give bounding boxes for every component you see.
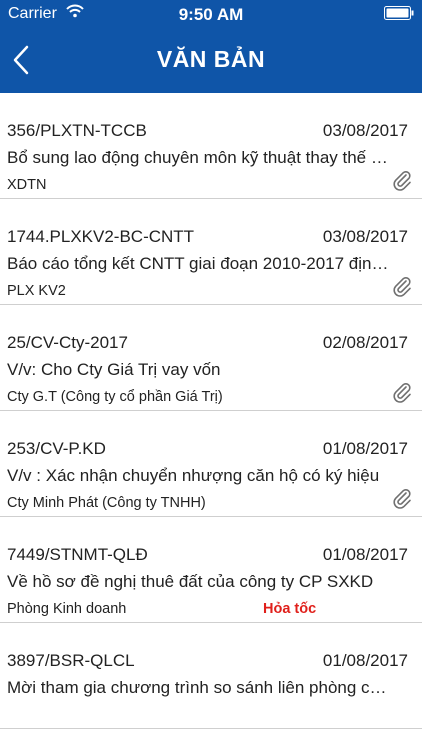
document-sender: Cty Minh Phát (Công ty TNHH) — [7, 495, 206, 511]
document-list: 356/PLXTN-TCCB 03/08/2017 Bổ sung lao động… — [0, 93, 422, 729]
document-sender: PLX KV2 — [7, 283, 66, 299]
document-code: 356/PLXTN-TCCB — [7, 121, 147, 140]
document-code: 25/CV-Cty-2017 — [7, 333, 128, 352]
document-date: 03/08/2017 — [322, 227, 408, 246]
page-title: VĂN BẢN — [156, 46, 266, 72]
battery-icon — [384, 6, 414, 20]
document-code: 3897/BSR-QLCL — [7, 651, 135, 670]
document-subject: V/v : Xác nhận chuyển nhượng căn hộ có k… — [7, 466, 380, 485]
urgent-badge: Hỏa tốc — [263, 601, 317, 617]
status-bar: Carrier 9:50 AM — [0, 0, 422, 28]
nav-header: Carrier 9:50 AM VĂN BẢN — [0, 0, 422, 93]
document-subject: Về hồ sơ đề nghị thuê đất của công ty CP… — [7, 572, 374, 591]
document-subject: Bổ sung lao động chuyên môn kỹ thuật tha… — [7, 148, 389, 167]
document-date: 01/08/2017 — [322, 439, 408, 458]
document-row[interactable]: 356/PLXTN-TCCB 03/08/2017 Bổ sung lao động… — [0, 93, 422, 199]
document-subject: V/v: Cho Cty Giá Trị vay vốn — [7, 360, 221, 379]
document-date: 01/08/2017 — [322, 545, 408, 564]
document-sender: XDTN — [7, 177, 47, 193]
document-subject: Báo cáo tổng kết CNTT giai đoạn 2010-201… — [7, 254, 389, 273]
document-row[interactable]: 1744.PLXKV2-BC-CNTT 03/08/2017 Báo cáo tổn… — [0, 199, 422, 305]
document-row[interactable]: 3897/BSR-QLCL 01/08/2017 Mời tham gia chươ… — [0, 623, 422, 729]
document-row[interactable]: 253/CV-P.KD 01/08/2017 V/v : Xác nhận chuy… — [0, 411, 422, 517]
document-code: 7449/STNMT-QLĐ — [7, 545, 148, 564]
status-time: 9:50 AM — [178, 5, 244, 24]
attachment-icon[interactable] — [392, 169, 412, 191]
attachment-icon[interactable] — [392, 381, 412, 403]
document-date: 02/08/2017 — [322, 333, 408, 352]
document-sender: Phòng Kinh doanh — [7, 601, 127, 617]
document-row[interactable]: 25/CV-Cty-2017 02/08/2017 V/v: Cho Cty Giá… — [0, 305, 422, 411]
document-date: 03/08/2017 — [322, 121, 408, 140]
document-code: 1744.PLXKV2-BC-CNTT — [7, 227, 195, 246]
document-code: 253/CV-P.KD — [7, 439, 106, 458]
document-sender: Cty G.T (Công ty cổ phần Giá Trị) — [7, 389, 223, 405]
attachment-icon[interactable] — [392, 487, 412, 509]
document-row[interactable]: 7449/STNMT-QLĐ 01/08/2017 Về hồ sơ đề nghị… — [0, 517, 422, 623]
attachment-icon[interactable] — [392, 275, 412, 297]
document-date: 01/08/2017 — [322, 651, 408, 670]
document-subject: Mời tham gia chương trình so sánh liên p… — [7, 678, 389, 697]
